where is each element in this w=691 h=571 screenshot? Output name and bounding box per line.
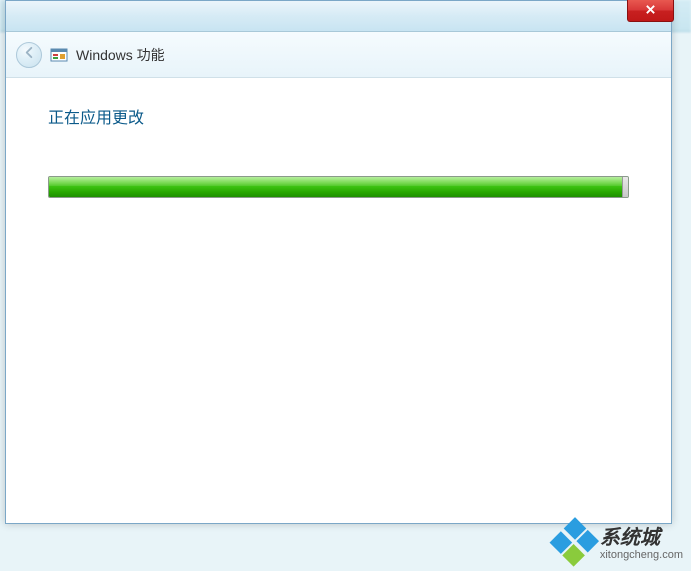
close-icon bbox=[645, 2, 656, 20]
progress-bar bbox=[48, 176, 629, 198]
header-bar: Windows 功能 bbox=[6, 32, 671, 78]
back-button bbox=[16, 42, 42, 68]
watermark: 系统城 xitongcheng.com bbox=[556, 525, 683, 563]
content-area: 正在应用更改 bbox=[6, 78, 671, 224]
progress-fill bbox=[49, 177, 622, 197]
arrow-left-icon bbox=[23, 46, 36, 64]
watermark-url: xitongcheng.com bbox=[600, 549, 683, 561]
watermark-title: 系统城 bbox=[600, 527, 683, 549]
titlebar bbox=[6, 1, 671, 32]
windows-feature-icon bbox=[50, 46, 68, 64]
dialog-window: Windows 功能 正在应用更改 bbox=[5, 0, 672, 524]
progress-end-cap bbox=[622, 177, 628, 197]
status-message: 正在应用更改 bbox=[48, 104, 629, 128]
window-title: Windows 功能 bbox=[76, 45, 165, 65]
watermark-logo-icon bbox=[548, 517, 602, 571]
close-button[interactable] bbox=[627, 0, 674, 22]
watermark-text: 系统城 xitongcheng.com bbox=[600, 527, 683, 561]
